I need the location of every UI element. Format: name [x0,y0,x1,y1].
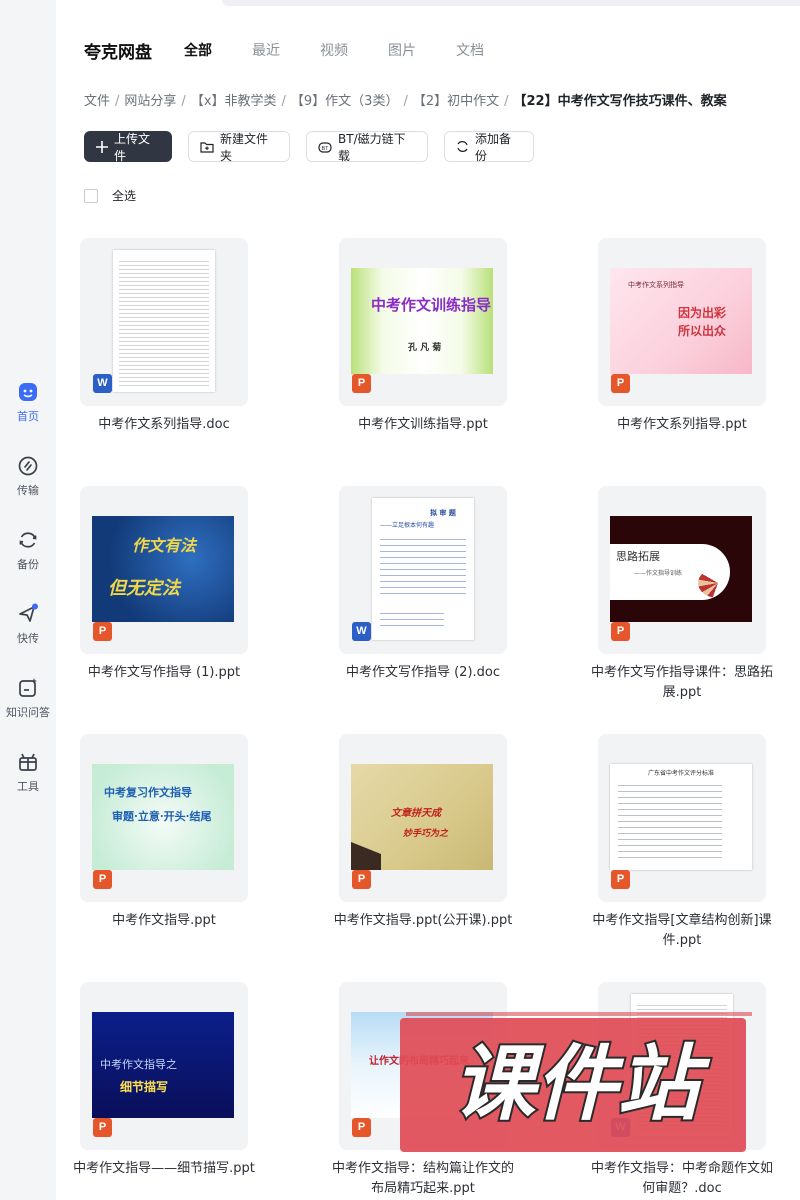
qa-icon [19,678,37,697]
ppt-file-icon: P [611,622,630,641]
file-card[interactable]: 文章拼天成 妙手巧为之 P 中考作文指导.ppt(公开课).ppt [334,734,512,931]
ppt-file-icon: P [93,1118,112,1137]
file-thumbnail: W [80,238,248,406]
file-name: 中考作文训练指导.ppt [358,417,488,432]
file-name: 中考作文指导：结构篇让作文的布局精巧起来.ppt [331,1161,514,1196]
plus-icon [96,140,108,153]
sidebar-item-tools[interactable]: 工具 [0,751,56,794]
file-thumbnail: 拟 审 题 ——立足根本何有趣 W [339,486,507,654]
tab-all[interactable]: 全部 [184,40,212,60]
category-tabs: 全部 最近 视频 图片 文档 [184,40,524,60]
upload-button[interactable]: 上传文件 [84,131,172,163]
sidebar-item-label: 工具 [17,780,39,793]
sidebar-item-qa[interactable]: 知识问答 [0,677,56,720]
bt-download-button-label: BT/磁力链下载 [338,131,406,163]
sidebar-item-home[interactable]: 首页 [0,381,56,424]
backup-icon [19,532,37,548]
breadcrumb-item[interactable]: 【x】非教学类 [191,94,277,109]
breadcrumb-item[interactable]: 【2】初中作文 [413,94,499,109]
tab-images[interactable]: 图片 [388,40,416,60]
watermark-text: 课件站 [453,1037,711,1132]
ppt-file-icon: P [93,870,112,889]
file-name: 中考作文指导[文章结构创新]课件.ppt [592,913,772,948]
quick-send-icon [19,603,38,622]
file-name: 中考作文写作指导 (1).ppt [87,665,241,680]
sidebar-item-label: 首页 [17,410,39,423]
ppt-file-icon: P [352,1118,371,1137]
word-file-icon: W [93,374,112,393]
file-name: 中考作文写作指导 (2).doc [345,665,501,680]
file-card[interactable]: 广东省中考作文评分标准 P 中考作文指导[文章结构创新]课件.ppt [592,734,772,951]
tab-recent[interactable]: 最近 [252,40,280,60]
toolbar: 上传文件 新建文件夹 BT BT/磁力链下载 添加备份 [84,131,550,163]
tools-icon [19,753,37,771]
svg-text:BT: BT [321,146,329,152]
sidebar-item-label: 知识问答 [6,706,50,719]
sidebar-item-label: 快传 [17,632,39,645]
folder-add-icon [200,141,214,153]
transfer-icon [18,456,38,476]
new-folder-button[interactable]: 新建文件夹 [188,131,290,163]
file-card[interactable]: 中考复习作文指导 审题·立意·开头·结尾 P 中考作文指导.ppt [80,734,248,931]
file-name: 中考作文系列指导.doc [98,417,230,432]
breadcrumb-item[interactable]: 网站分享 [124,94,176,109]
file-thumbnail: 中考作文系列指导 因为出彩 所以出众 P [598,238,766,406]
select-all-label: 全选 [112,189,137,203]
ppt-file-icon: P [352,870,371,889]
file-name: 中考作文指导.ppt(公开课).ppt [333,913,513,928]
file-thumbnail: 广东省中考作文评分标准 P [598,734,766,902]
app-title: 夸克网盘 [84,43,152,63]
sidebar-item-label: 备份 [17,558,39,571]
sidebar-item-backup[interactable]: 备份 [0,529,56,572]
file-card[interactable]: 作文有法 但无定法 P 中考作文写作指导 (1).ppt [80,486,248,683]
select-all: 全选 [84,187,136,204]
select-all-checkbox[interactable] [84,188,98,203]
sidebar-item-quick-send[interactable]: 快传 [0,603,56,646]
ppt-file-icon: P [611,374,630,393]
add-backup-button-label: 添加备份 [475,131,512,163]
magnet-icon: BT [318,141,332,153]
add-backup-button[interactable]: 添加备份 [444,131,534,163]
ppt-file-icon: P [352,374,371,393]
breadcrumb-item[interactable]: 文件 [84,94,110,109]
file-name: 中考作文指导——细节描写.ppt [73,1161,255,1176]
file-name: 中考作文系列指导.ppt [617,417,747,432]
ppt-file-icon: P [93,622,112,641]
file-card[interactable]: 中考作文指导之 细节描写 P 中考作文指导——细节描写.ppt [73,982,255,1179]
file-card[interactable]: 中考作文系列指导 因为出彩 所以出众 P 中考作文系列指导.ppt [598,238,766,435]
bt-download-button[interactable]: BT BT/磁力链下载 [306,131,428,163]
watermark-logo: 课件站 [400,1012,752,1152]
file-thumbnail: 作文有法 但无定法 P [80,486,248,654]
file-thumbnail: 思路拓展 ——作文指导训练 P [598,486,766,654]
breadcrumb: 文件 / 网站分享 / 【x】非教学类 / 【9】作文（3类） / 【2】初中作文 / 【22】中考… [84,94,727,109]
upload-button-label: 上传文件 [114,131,151,163]
backup-icon [456,140,469,153]
sidebar-item-label: 传输 [17,484,39,497]
file-name: 中考作文指导.ppt [112,913,216,928]
word-file-icon: W [352,622,371,641]
home-icon [19,383,37,401]
file-card[interactable]: 思路拓展 ——作文指导训练 P 中考作文写作指导课件：思路拓展.ppt [591,486,773,703]
file-name: 中考作文指导：中考命题作文如何审题？.doc [590,1161,773,1196]
file-card[interactable]: 中考作文训练指导 孔 凡 菊 P 中考作文训练指导.ppt [339,238,507,435]
search-bar[interactable] [222,0,800,6]
breadcrumb-current: 【22】中考作文写作技巧课件、教案 [513,94,727,109]
file-card[interactable]: 拟 审 题 ——立足根本何有趣 W 中考作文写作指导 (2).doc [339,486,507,683]
file-thumbnail: 中考复习作文指导 审题·立意·开头·结尾 P [80,734,248,902]
file-thumbnail: 中考作文训练指导 孔 凡 菊 P [339,238,507,406]
sidebar: 首页 传输 备份 快传 知识问答 工具 [0,0,56,1200]
tab-video[interactable]: 视频 [320,40,348,60]
sidebar-item-transfer[interactable]: 传输 [0,455,56,498]
new-folder-button-label: 新建文件夹 [220,131,269,163]
tab-documents[interactable]: 文档 [456,40,484,60]
file-card[interactable]: W 中考作文系列指导.doc [80,238,248,435]
file-name: 中考作文写作指导课件：思路拓展.ppt [590,665,773,700]
file-thumbnail: 中考作文指导之 细节描写 P [80,982,248,1150]
ppt-file-icon: P [611,870,630,889]
breadcrumb-item[interactable]: 【9】作文（3类） [291,94,399,109]
file-thumbnail: 文章拼天成 妙手巧为之 P [339,734,507,902]
